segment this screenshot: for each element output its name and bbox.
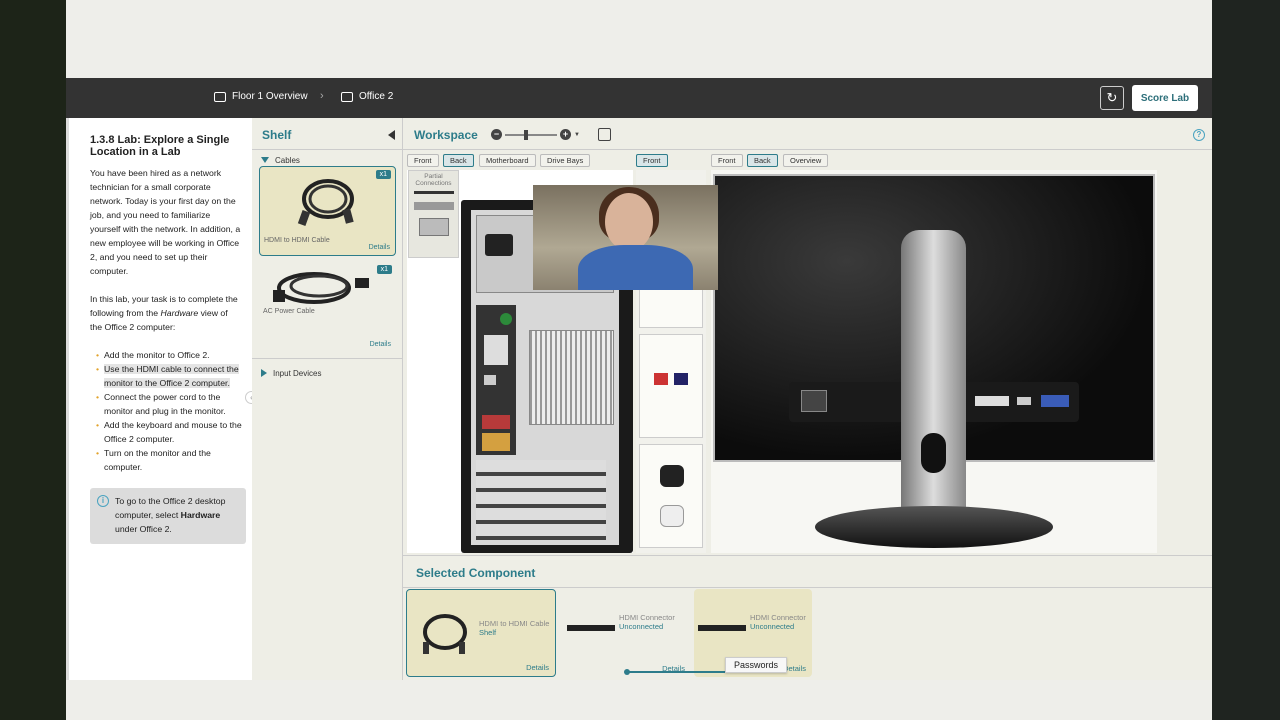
partial-card-icon[interactable] — [413, 202, 454, 210]
audio-ports[interactable] — [482, 433, 510, 451]
lab-task: In this lab, your task is to complete th… — [90, 294, 238, 332]
shelf-panel: Shelf Cables x1 HDMI to HDMI Cable Detai… — [252, 118, 403, 680]
shelf-header: Shelf — [252, 118, 402, 150]
monitor-stand — [901, 230, 966, 530]
refresh-icon: ↻ — [1106, 90, 1118, 105]
help-icon[interactable]: ? — [1193, 129, 1205, 141]
rear-io-ports — [476, 305, 516, 455]
lab-title: 1.3.8 Lab: Explore a Single Location in … — [90, 134, 230, 158]
expand-down-icon — [261, 157, 269, 163]
breadcrumb-office-2[interactable]: Office 2 — [341, 91, 393, 102]
breadcrumb-floor-overview[interactable]: Floor 1 Overview — [214, 91, 308, 102]
monitor-icon — [341, 91, 353, 102]
tower-tab-front[interactable]: Front — [407, 154, 439, 167]
power-outlet — [639, 444, 703, 548]
task-list: Add the monitor to Office 2. Use the HDM… — [90, 348, 242, 474]
shelf-item-ac-power-cable[interactable]: x1 AC Power Cable Details — [259, 262, 396, 352]
lab-topbar: Floor 1 Overview › Office 2 ↻ Score Lab — [66, 78, 1212, 118]
ps2-port[interactable] — [500, 313, 512, 325]
case-vent — [529, 330, 614, 425]
details-link[interactable]: Details — [370, 341, 391, 348]
hdmi-port[interactable] — [484, 375, 496, 385]
tooltip: Passwords — [725, 657, 788, 673]
monitor-back-view — [711, 170, 1157, 553]
partial-connections-tray[interactable]: Partial Connections — [408, 170, 459, 258]
building-icon — [214, 91, 226, 102]
phone-jack[interactable] — [654, 373, 668, 385]
item-count-badge: x1 — [375, 170, 391, 179]
dvi-port[interactable] — [484, 335, 508, 365]
refresh-button[interactable]: ↻ — [1100, 86, 1124, 110]
background-strip-left — [0, 0, 66, 720]
category-cables[interactable]: Cables — [252, 150, 402, 166]
monitor-base — [815, 506, 1053, 548]
monitor-tab-front[interactable]: Front — [711, 154, 743, 167]
partial-cable-icon[interactable] — [413, 191, 454, 194]
ethernet-jack[interactable] — [674, 373, 688, 385]
tower-tab-drive-bays[interactable]: Drive Bays — [540, 154, 591, 167]
video-frame-top — [66, 0, 1212, 78]
item-count-badge: x1 — [376, 265, 392, 274]
tip-box: i To go to the Office 2 desktop computer… — [90, 488, 246, 544]
task-item: Use the HDMI cable to connect the monito… — [96, 362, 242, 390]
fit-to-screen-icon[interactable] — [598, 128, 611, 141]
monitor-dvi-port[interactable] — [975, 396, 1009, 406]
lightbulb-icon: i — [97, 495, 109, 507]
power-cable-image — [273, 272, 369, 304]
zoom-slider[interactable] — [505, 129, 557, 140]
monitor-tab-overview[interactable]: Overview — [783, 154, 829, 167]
breadcrumb-separator: › — [320, 90, 324, 102]
tower-tab-motherboard[interactable]: Motherboard — [479, 154, 536, 167]
collapse-shelf-icon[interactable] — [388, 130, 395, 140]
category-input-devices[interactable]: Input Devices — [252, 359, 402, 381]
monitor-vga-port[interactable] — [1041, 395, 1069, 407]
network-wall-plate — [639, 334, 703, 438]
monitor-tab-back[interactable]: Back — [747, 154, 778, 167]
task-item: Add the monitor to Office 2. — [96, 348, 242, 362]
outlet-socket-bottom[interactable] — [660, 505, 684, 527]
monitor-hdmi-port[interactable] — [1017, 397, 1031, 405]
instructions-panel: 1.3.8 Lab: Explore a Single Location in … — [66, 118, 252, 680]
lab-intro: You have been hired as a network technic… — [90, 168, 241, 276]
zoom-control: − + ▼ — [491, 129, 580, 140]
outlet-socket-top[interactable] — [660, 465, 684, 487]
selected-component-title: Selected Component — [403, 556, 1212, 588]
details-link[interactable]: Details — [526, 663, 549, 672]
expansion-slots — [476, 460, 606, 540]
hdmi-connector-image — [567, 625, 615, 631]
expand-right-icon — [261, 369, 267, 377]
monitor-power-port[interactable] — [801, 390, 827, 412]
webcam-face — [605, 193, 653, 251]
task-item: Turn on the monitor and the computer. — [96, 446, 242, 474]
zoom-slider-thumb[interactable] — [524, 129, 528, 140]
tower-tab-back[interactable]: Back — [443, 154, 474, 167]
task-item: Add the keyboard and mouse to the Office… — [96, 418, 242, 446]
video-frame-bottom — [66, 680, 1212, 720]
selected-card-hdmi-cable[interactable]: HDMI to HDMI Cable Shelf Details — [406, 589, 556, 677]
zoom-in-icon[interactable]: + — [560, 129, 571, 140]
webcam-body — [578, 245, 693, 290]
hdmi-cable-image — [297, 179, 354, 226]
selected-component-panel: Selected Component HDMI to HDMI Cable Sh… — [403, 555, 1212, 680]
task-item: Connect the power cord to the monitor an… — [96, 390, 242, 418]
zoom-out-icon[interactable]: − — [491, 129, 502, 140]
workspace-header: Workspace − + ▼ ? — [403, 118, 1212, 150]
zoom-dropdown-icon[interactable]: ▼ — [574, 132, 580, 138]
power-port[interactable] — [485, 234, 513, 256]
partial-psu-icon[interactable] — [418, 218, 449, 236]
shelf-item-hdmi-cable[interactable]: x1 HDMI to HDMI Cable Details — [259, 166, 396, 256]
usb-ports[interactable] — [482, 415, 510, 429]
hdmi-connector-image — [698, 625, 746, 631]
workspace-panel: Workspace − + ▼ ? Front Back Motherboard… — [403, 118, 1212, 555]
wall-tab-front[interactable]: Front — [636, 154, 668, 167]
selected-card-hdmi-connector-1[interactable]: HDMI Connector Unconnected Details — [563, 589, 691, 677]
stand-cable-hole — [921, 433, 946, 473]
details-link[interactable]: Details — [369, 244, 390, 251]
hdmi-cable-image — [423, 614, 467, 654]
background-strip-right — [1212, 0, 1280, 720]
score-lab-button[interactable]: Score Lab — [1132, 85, 1198, 111]
presenter-webcam — [533, 185, 718, 290]
